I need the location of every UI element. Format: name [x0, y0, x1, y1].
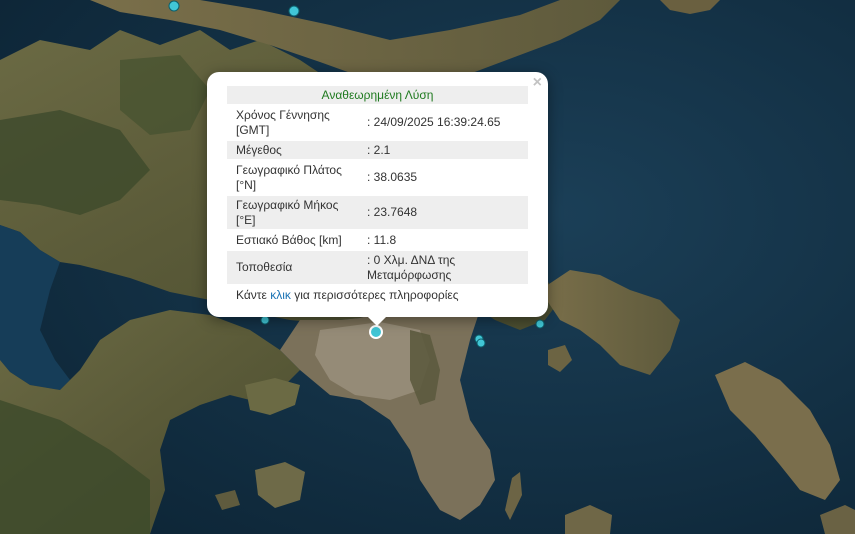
- close-icon[interactable]: ×: [533, 75, 542, 91]
- more-prefix: Κάντε: [236, 288, 271, 302]
- row-longitude: Γεωγραφικό Μήκος [°E] : 23.7648: [227, 196, 528, 229]
- row-value: : 11.8: [367, 232, 397, 247]
- popup-tip: [367, 316, 387, 326]
- more-info-link[interactable]: κλικ: [270, 288, 291, 302]
- row-origin-time: Χρόνος Γέννησης [GMT] : 24/09/2025 16:39…: [227, 106, 528, 139]
- earthquake-marker[interactable]: [535, 319, 545, 329]
- row-latitude: Γεωγραφικό Πλάτος [°N] : 38.0635: [227, 161, 528, 194]
- earthquake-info-popup: × Αναθεωρημένη Λύση Χρόνος Γέννησης [GMT…: [207, 72, 548, 326]
- row-magnitude: Μέγεθος : 2.1: [227, 141, 528, 159]
- earthquake-marker[interactable]: [260, 315, 270, 325]
- row-value: : 2.1: [367, 142, 391, 157]
- row-label: Εστιακό Βάθος [km]: [236, 232, 342, 247]
- row-label: Μέγεθος: [236, 142, 282, 157]
- row-value: : 24/09/2025 16:39:24.65: [367, 115, 501, 129]
- row-label: Γεωγραφικό Πλάτος [°N]: [236, 162, 342, 192]
- earthquake-marker[interactable]: [288, 5, 300, 17]
- more-suffix: για περισσότερες πληροφορίες: [290, 288, 459, 302]
- row-label: Χρόνος Γέννησης [GMT]: [236, 107, 330, 137]
- row-value: : 38.0635: [367, 170, 418, 184]
- earthquake-marker[interactable]: [168, 0, 180, 12]
- row-value: : 23.7648: [367, 205, 418, 219]
- row-depth: Εστιακό Βάθος [km] : 11.8: [227, 231, 528, 249]
- selected-earthquake-marker[interactable]: [369, 325, 383, 339]
- row-label: Γεωγραφικό Μήκος [°E]: [236, 197, 339, 227]
- row-location: Τοποθεσία : 0 Χλμ. ΔΝΔ της Μεταμόρφωσης: [227, 251, 528, 284]
- row-label: Τοποθεσία: [236, 260, 293, 274]
- row-value: : 0 Χλμ. ΔΝΔ της Μεταμόρφωσης: [367, 252, 456, 282]
- popup-title: Αναθεωρημένη Λύση: [227, 86, 528, 104]
- earthquake-marker[interactable]: [476, 338, 486, 348]
- more-info-text: Κάντε κλικ για περισσότερες πληροφορίες: [227, 288, 528, 302]
- popup-content: Αναθεωρημένη Λύση Χρόνος Γέννησης [GMT] …: [227, 86, 528, 302]
